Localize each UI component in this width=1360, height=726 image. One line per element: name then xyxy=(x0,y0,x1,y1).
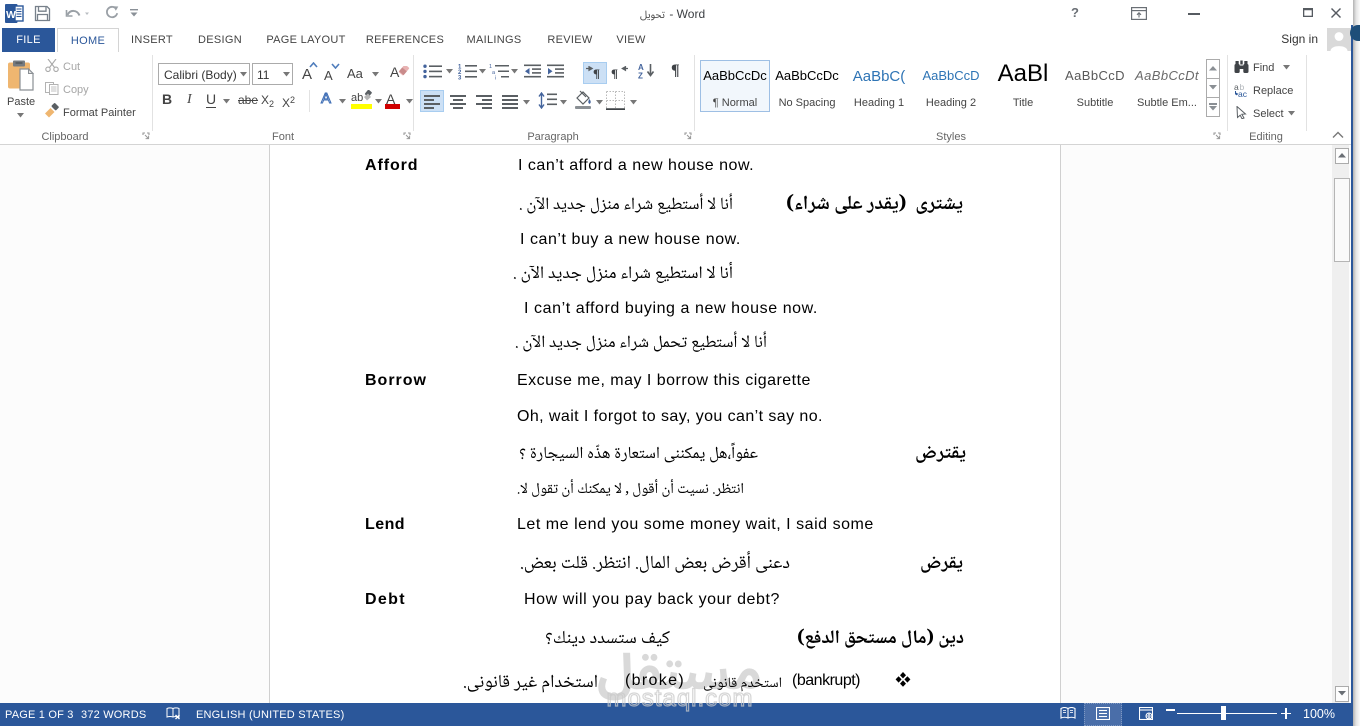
svg-text:¶: ¶ xyxy=(611,66,618,79)
svg-text:ac: ac xyxy=(1238,89,1248,97)
svg-text:i: i xyxy=(495,76,496,81)
svg-text:Z: Z xyxy=(638,72,643,80)
svg-text:3: 3 xyxy=(458,76,462,81)
svg-text:¶: ¶ xyxy=(593,66,600,79)
svg-text:W: W xyxy=(6,9,16,21)
